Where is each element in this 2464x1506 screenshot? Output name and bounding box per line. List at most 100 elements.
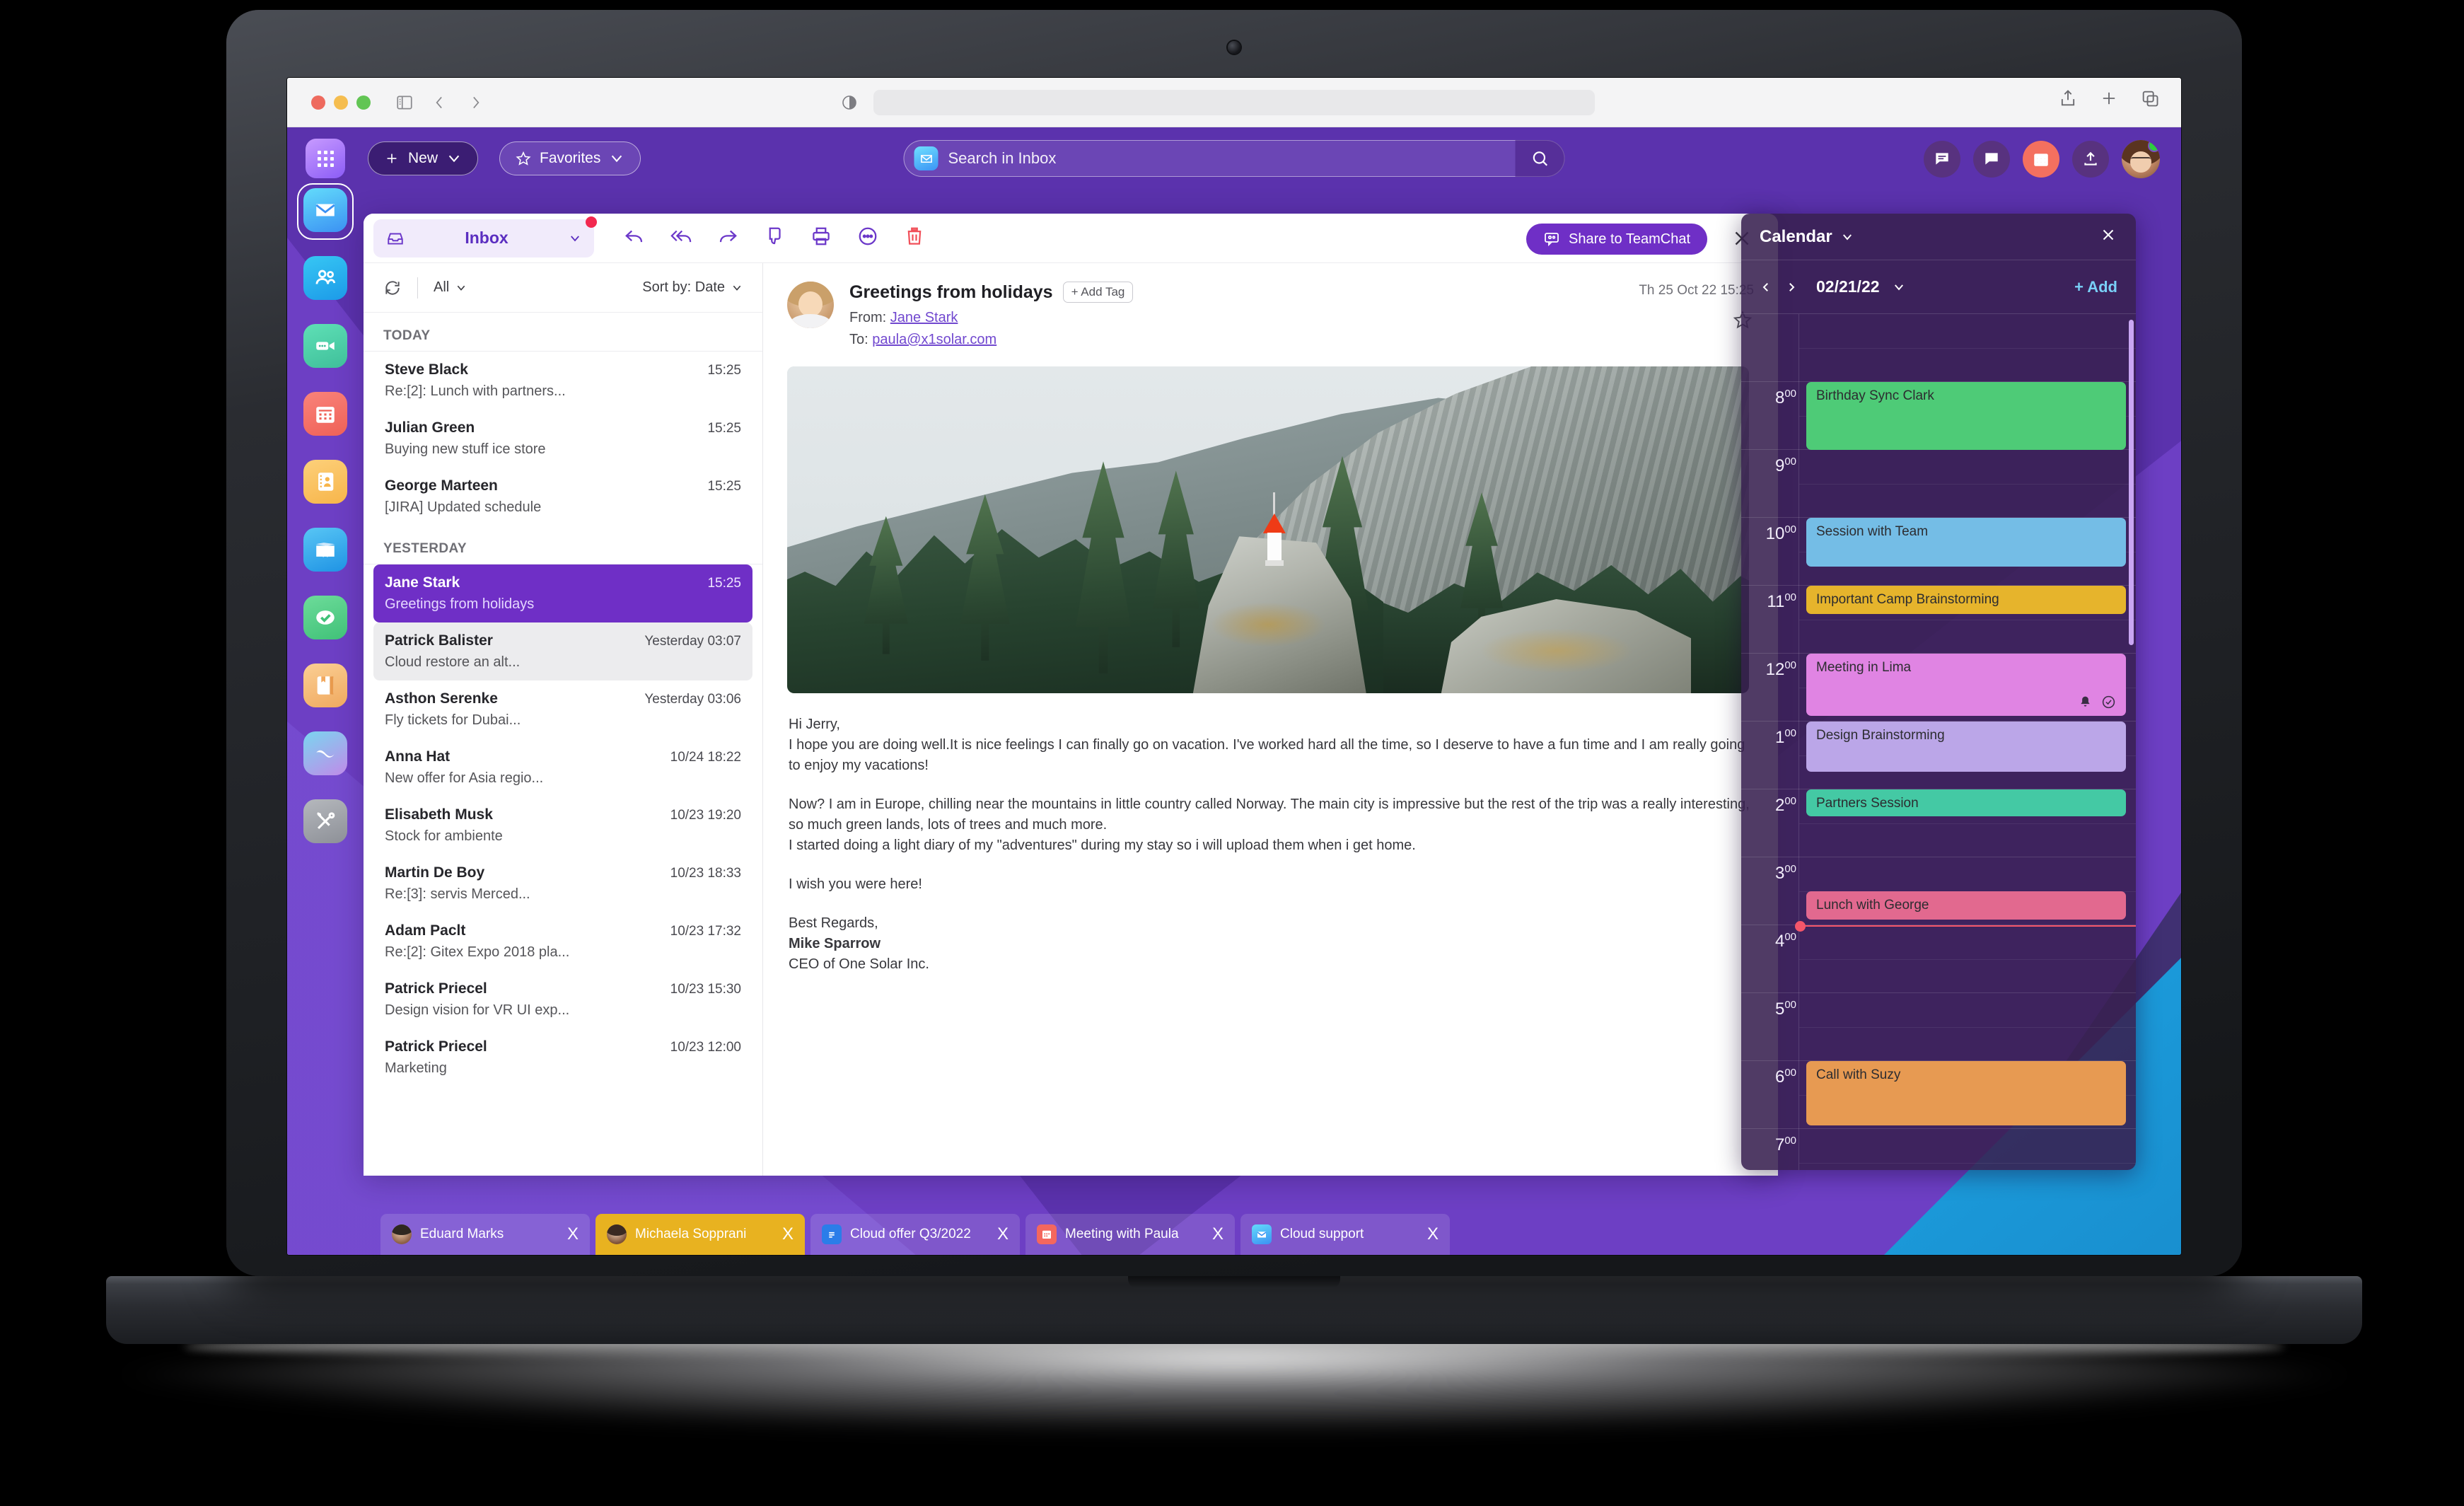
taskbar-tab-label: Michaela Sopprani: [635, 1227, 747, 1241]
maximize-window-button[interactable]: [356, 95, 371, 110]
reader-mode-icon[interactable]: [841, 94, 858, 111]
list-item[interactable]: Anna Hat 10/24 18:22 New offer for Asia re…: [373, 738, 752, 797]
list-item[interactable]: Patrick Priecel 10/23 12:00 Marketing: [373, 1029, 752, 1087]
calendar-hour-row[interactable]: 900: [1741, 450, 2136, 518]
sidebar-item-mail[interactable]: [287, 188, 364, 232]
calendar-hour-label: 1200: [1765, 659, 1796, 679]
list-item[interactable]: Patrick Balister Yesterday 03:07 Cloud res…: [373, 622, 752, 680]
close-icon[interactable]: X: [782, 1226, 794, 1243]
new-button[interactable]: New: [368, 141, 479, 175]
chevron-down-icon[interactable]: [1893, 281, 1905, 294]
forward-icon[interactable]: [461, 88, 489, 117]
calendar-event[interactable]: Birthday Sync Clark: [1806, 382, 2126, 450]
close-window-button[interactable]: [311, 95, 325, 110]
back-icon[interactable]: [426, 88, 454, 117]
sidebar-item-flow[interactable]: [287, 731, 364, 775]
window-controls[interactable]: [311, 95, 371, 110]
sidebar-item-addressbook[interactable]: [287, 460, 364, 504]
filter-dropdown[interactable]: All: [434, 279, 467, 296]
list-item[interactable]: Martin De Boy 10/23 18:33 Re:[3]: servis M…: [373, 855, 752, 913]
chevron-left-icon[interactable]: [1760, 281, 1772, 294]
sidebar-icon[interactable]: [390, 88, 419, 117]
sidebar-item-video[interactable]: [287, 324, 364, 368]
avatar[interactable]: [2122, 140, 2160, 178]
close-icon[interactable]: [2099, 226, 2117, 248]
check-circle-icon[interactable]: [2101, 695, 2116, 709]
share-button-label: Share to TeamChat: [1569, 231, 1690, 247]
taskbar-tab[interactable]: Cloud support X: [1240, 1214, 1450, 1255]
list-item[interactable]: Elisabeth Musk 10/23 19:20 Stock for ambie…: [373, 797, 752, 855]
close-icon[interactable]: X: [1427, 1226, 1439, 1243]
from-name[interactable]: Jane Stark: [890, 310, 958, 325]
sidebar-item-notes[interactable]: [287, 664, 364, 707]
add-event-button[interactable]: + Add: [2074, 278, 2117, 296]
new-tab-icon[interactable]: [2099, 88, 2119, 112]
sidebar-item-people[interactable]: [287, 256, 364, 300]
taskbar-tab[interactable]: Eduard Marks X: [380, 1214, 590, 1255]
search-input[interactable]: Search in Inbox: [903, 140, 1565, 177]
upload-icon[interactable]: [2072, 141, 2109, 178]
reply-icon[interactable]: [624, 226, 645, 250]
more-icon[interactable]: [857, 226, 878, 250]
chevron-down-icon[interactable]: [1841, 231, 1854, 243]
list-item[interactable]: George Marteen 15:25 [JIRA] Updated schedu…: [373, 468, 752, 526]
reply-all-icon[interactable]: [670, 226, 692, 250]
folder-selector[interactable]: Inbox: [373, 216, 597, 257]
delete-icon[interactable]: [904, 226, 925, 250]
calendar-event[interactable]: Session with Team: [1806, 518, 2126, 567]
message-header: Greetings from holidays + Add Tag From: …: [763, 263, 1778, 364]
taskbar-tab[interactable]: Michaela Sopprani X: [595, 1214, 805, 1255]
favorites-button[interactable]: Favorites: [499, 141, 641, 175]
spam-icon[interactable]: [764, 226, 785, 250]
minimize-window-button[interactable]: [334, 95, 348, 110]
calendar-icon[interactable]: [2023, 141, 2059, 178]
address-bar[interactable]: [842, 90, 1595, 115]
drive-icon: [303, 528, 347, 572]
calendar-event[interactable]: Important Camp Brainstorming: [1806, 586, 2126, 615]
list-item[interactable]: Adam Paclt 10/23 17:32 Re:[2]: Gitex Expo …: [373, 913, 752, 971]
share-to-teamchat-button[interactable]: Share to TeamChat: [1526, 224, 1707, 255]
apps-grid-icon[interactable]: [306, 139, 345, 178]
list-item[interactable]: Asthon Serenke Yesterday 03:06 Fly tickets…: [373, 680, 752, 738]
calendar-grid[interactable]: 8009001000110012001002003004005006007008…: [1741, 314, 2136, 1170]
add-tag-button[interactable]: + Add Tag: [1062, 282, 1134, 303]
calendar-hour-label: 800: [1774, 388, 1796, 407]
search-submit-button[interactable]: [1515, 140, 1565, 177]
refresh-icon[interactable]: [383, 279, 402, 297]
taskbar-tab[interactable]: Cloud offer Q3/2022 X: [810, 1214, 1020, 1255]
list-item[interactable]: Patrick Priecel 10/23 15:30 Design vision …: [373, 971, 752, 1029]
teamchat-icon[interactable]: [1924, 141, 1960, 178]
calendar-event[interactable]: Lunch with George: [1806, 891, 2126, 920]
close-icon[interactable]: X: [567, 1226, 579, 1243]
to-address[interactable]: paula@x1solar.com: [872, 332, 996, 347]
calendar-hour-row[interactable]: 500: [1741, 993, 2136, 1061]
calendar-event[interactable]: Design Brainstorming: [1806, 722, 2126, 772]
chevron-right-icon[interactable]: [1785, 281, 1798, 294]
list-item[interactable]: Jane Stark 15:25 Greetings from holidays: [373, 564, 752, 622]
mail-list[interactable]: TODAY Steve Black 15:25 Re:[2]: Lunch with …: [364, 313, 762, 1176]
print-icon[interactable]: [810, 226, 832, 250]
sidebar-item-calendar[interactable]: [287, 392, 364, 436]
calendar-event[interactable]: Partners Session: [1806, 789, 2126, 817]
tabs-overview-icon[interactable]: [2140, 88, 2160, 112]
bell-icon[interactable]: [2078, 695, 2093, 709]
calendar-scrollbar[interactable]: [2129, 320, 2134, 645]
sidebar-item-tools[interactable]: [287, 799, 364, 843]
chat-icon[interactable]: [1973, 141, 2010, 178]
close-icon[interactable]: X: [997, 1226, 1009, 1243]
calendar-date[interactable]: 02/21/22: [1816, 277, 1880, 296]
taskbar-tab[interactable]: Meeting with Paula X: [1025, 1214, 1235, 1255]
calendar-event[interactable]: Meeting in Lima: [1806, 654, 2126, 717]
share-icon[interactable]: [2058, 88, 2078, 112]
calendar-event[interactable]: Call with Suzy: [1806, 1061, 2126, 1126]
sidebar-item-drive[interactable]: [287, 528, 364, 572]
calendar-hour-row[interactable]: 400: [1741, 925, 2136, 993]
calendar-hour-row[interactable]: 700: [1741, 1129, 2136, 1170]
close-icon[interactable]: X: [1212, 1226, 1224, 1243]
calendar-hour-row[interactable]: [1741, 314, 2136, 382]
sidebar-item-tasks[interactable]: [287, 596, 364, 639]
forward-icon[interactable]: [717, 226, 738, 250]
list-item[interactable]: Steve Black 15:25 Re:[2]: Lunch with partn…: [373, 352, 752, 410]
sort-dropdown[interactable]: Sort by: Date: [642, 279, 743, 296]
list-item[interactable]: Julian Green 15:25 Buying new stuff ice st…: [373, 410, 752, 468]
